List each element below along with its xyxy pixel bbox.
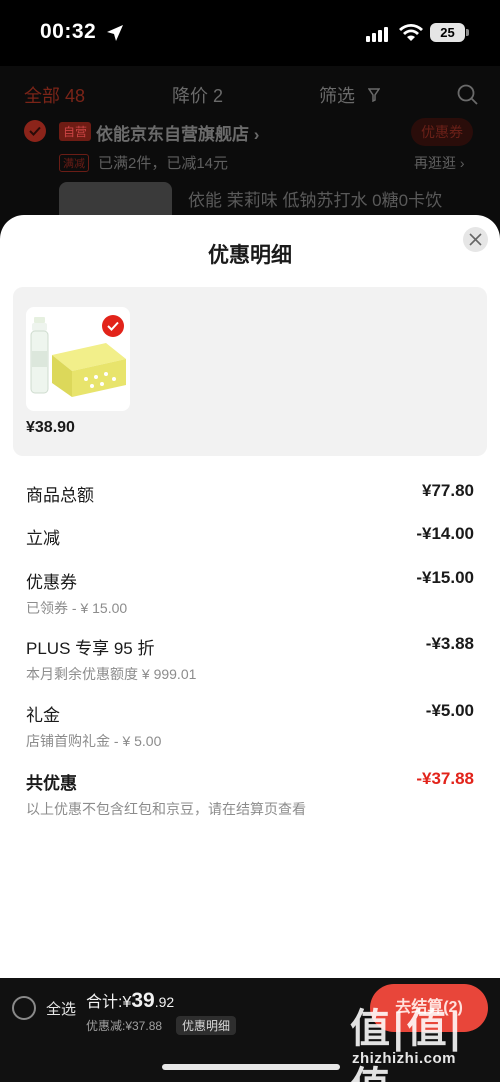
battery-level: 25 [430,23,465,42]
cart-product-title[interactable]: 依能 茉莉味 低钠苏打水 0糖0卡饮 [188,186,442,211]
promo-text: 已满2件，已减14元 [98,155,229,172]
filter-icon[interactable] [368,88,380,102]
detail-label: 礼金 [26,706,60,725]
product-selected-check-icon[interactable] [102,315,124,337]
total-discount-label: 共优惠 [26,774,77,793]
wifi-icon [399,24,423,41]
promo-row: 满减 已满2件，已减14元 再逛逛 › [0,152,500,176]
detail-label: 优惠券 [26,573,77,592]
status-bar: 00:32 25 [0,0,500,66]
detail-sub: 已领券 - ¥ 15.00 [26,600,128,616]
detail-label: PLUS 专享 95 折 [26,639,155,658]
watermark-logo: 值|值|值 [350,1006,464,1082]
select-all-checkbox[interactable] [12,996,36,1020]
status-time: 00:32 [40,20,97,43]
total-decimal: .92 [154,994,175,1010]
detail-label: 商品总额 [26,486,94,505]
site-watermark: 值|值|值 zhizhizhi.com [346,992,496,1082]
total-integer: 39 [131,989,155,1012]
cellular-signal-icon [366,27,388,42]
detail-value: -¥3.88 [425,634,474,653]
shop-check-icon[interactable] [24,120,46,142]
sheet-title: 优惠明细 [208,244,292,267]
shop-row[interactable]: 自营 依能京东自营旗舰店 › 优惠券 [0,118,500,148]
self-operated-tag: 自营 [59,122,92,141]
shop-more-link[interactable]: 再逛逛 › [414,153,465,173]
discount-detail-button[interactable]: 优惠明细 [176,1016,237,1035]
detail-sub: 本月剩余优惠额度 ¥ 999.01 [26,666,197,682]
total-amount: 合计:¥39.92 [86,988,174,1013]
discount-detail-sheet: 优惠明细 ¥38.90 商品总额 ¥77.80 立减 -¥14.00 优惠券 -… [0,215,500,978]
total-discount-note: 以上优惠不包含红包和京豆，请在结算页查看 [26,801,306,817]
cart-background: 全部 48 降价 2 筛选 自营 依能京东自营旗舰店 › 优惠券 满减 已满2件… [0,66,500,242]
product-image[interactable] [26,307,130,411]
tab-price-drop[interactable]: 降价 2 [172,82,223,108]
detail-value: -¥14.00 [416,524,474,543]
location-arrow-icon [107,25,123,41]
battery-tip [466,29,469,36]
detail-value: ¥77.80 [422,481,474,500]
tab-filter[interactable]: 筛选 [319,82,355,108]
total-discount-value: -¥37.88 [416,769,474,788]
discount-summary: 优惠减:¥37.88 [86,1019,163,1033]
close-icon [469,233,482,246]
tab-all[interactable]: 全部 48 [24,82,85,108]
cart-tabs: 全部 48 降价 2 筛选 [0,74,500,114]
detail-sub: 店铺首购礼金 - ¥ 5.00 [26,733,162,749]
products-panel: ¥38.90 [13,287,487,456]
product-price: ¥38.90 [26,419,75,436]
search-icon[interactable] [457,84,479,106]
select-all-label[interactable]: 全选 [46,998,76,1019]
detail-label: 立减 [26,529,60,548]
total-prefix: 合计:¥ [86,994,132,1011]
shop-name[interactable]: 依能京东自营旗舰店 › [96,120,259,145]
close-button[interactable] [463,227,488,252]
coupon-button[interactable]: 优惠券 [411,118,473,146]
home-indicator[interactable] [162,1064,340,1070]
detail-value: -¥15.00 [416,568,474,587]
detail-value: -¥5.00 [425,701,474,720]
promo-tag: 满减 [59,154,89,172]
watermark-text: zhizhizhi.com [352,1050,456,1067]
